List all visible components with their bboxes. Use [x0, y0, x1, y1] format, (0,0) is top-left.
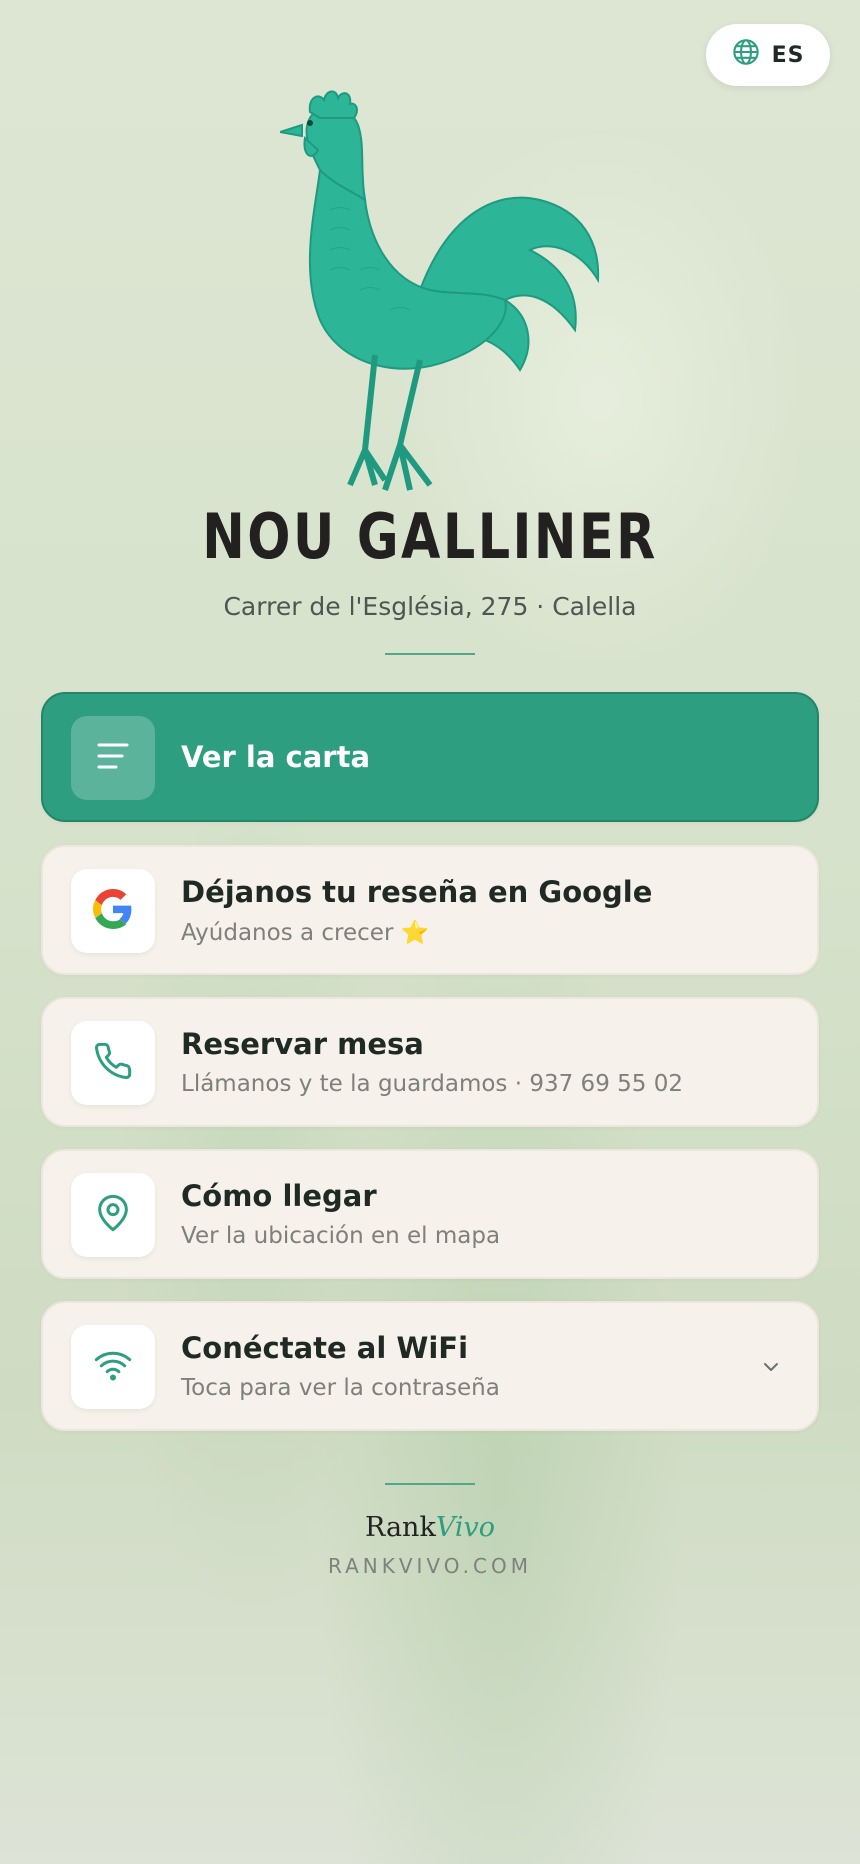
google-icon [93, 889, 133, 933]
phone-icon [93, 1041, 133, 1085]
wifi-icon-box [71, 1325, 155, 1409]
footer-brand-logo[interactable]: RankVivo [0, 1512, 860, 1543]
map-pin-icon-box [71, 1173, 155, 1257]
rooster-logo [279, 90, 620, 500]
header-divider [385, 653, 475, 655]
reserve-subtitle: Llámanos y te la guardamos · 937 69 55 0… [181, 1071, 683, 1097]
wifi-title: Conéctate al WiFi [181, 1331, 469, 1365]
view-menu-button[interactable]: Ver la carta [41, 692, 819, 822]
google-icon-box [71, 869, 155, 953]
directions-title: Cómo llegar [181, 1179, 377, 1213]
footer-brand-accent: Vivo [435, 1512, 495, 1543]
chevron-down-icon[interactable] [759, 1355, 783, 1383]
footer-url-link[interactable]: RANKVIVO.COM [0, 1554, 860, 1578]
reserve-table-button[interactable]: Reservar mesa Llámanos y te la guardamos… [41, 997, 819, 1127]
phone-icon-box [71, 1021, 155, 1105]
wifi-subtitle: Toca para ver la contraseña [181, 1375, 500, 1401]
menu-icon-box [71, 716, 155, 800]
restaurant-address: Carrer de l'Església, 275 · Calella [223, 592, 637, 621]
map-pin-icon [93, 1193, 133, 1237]
google-review-button[interactable]: Déjanos tu reseña en Google Ayúdanos a c… [41, 845, 819, 975]
language-code: ES [771, 42, 805, 68]
menu-lines-icon [96, 741, 130, 775]
reserve-title: Reservar mesa [181, 1027, 424, 1061]
globe-icon [732, 38, 760, 72]
wifi-icon [93, 1345, 133, 1389]
review-subtitle: Ayúdanos a crecer ⭐ [181, 920, 430, 946]
footer-divider [385, 1483, 475, 1485]
directions-button[interactable]: Cómo llegar Ver la ubicación en el mapa [41, 1149, 819, 1279]
review-title: Déjanos tu reseña en Google [181, 875, 653, 909]
wifi-button[interactable]: Conéctate al WiFi Toca para ver la contr… [41, 1301, 819, 1431]
view-menu-label: Ver la carta [181, 740, 371, 774]
restaurant-name: NOU GALLINER [202, 500, 658, 573]
directions-subtitle: Ver la ubicación en el mapa [181, 1223, 501, 1249]
language-selector[interactable]: ES [706, 24, 830, 86]
footer-brand-main: Rank [365, 1512, 436, 1543]
